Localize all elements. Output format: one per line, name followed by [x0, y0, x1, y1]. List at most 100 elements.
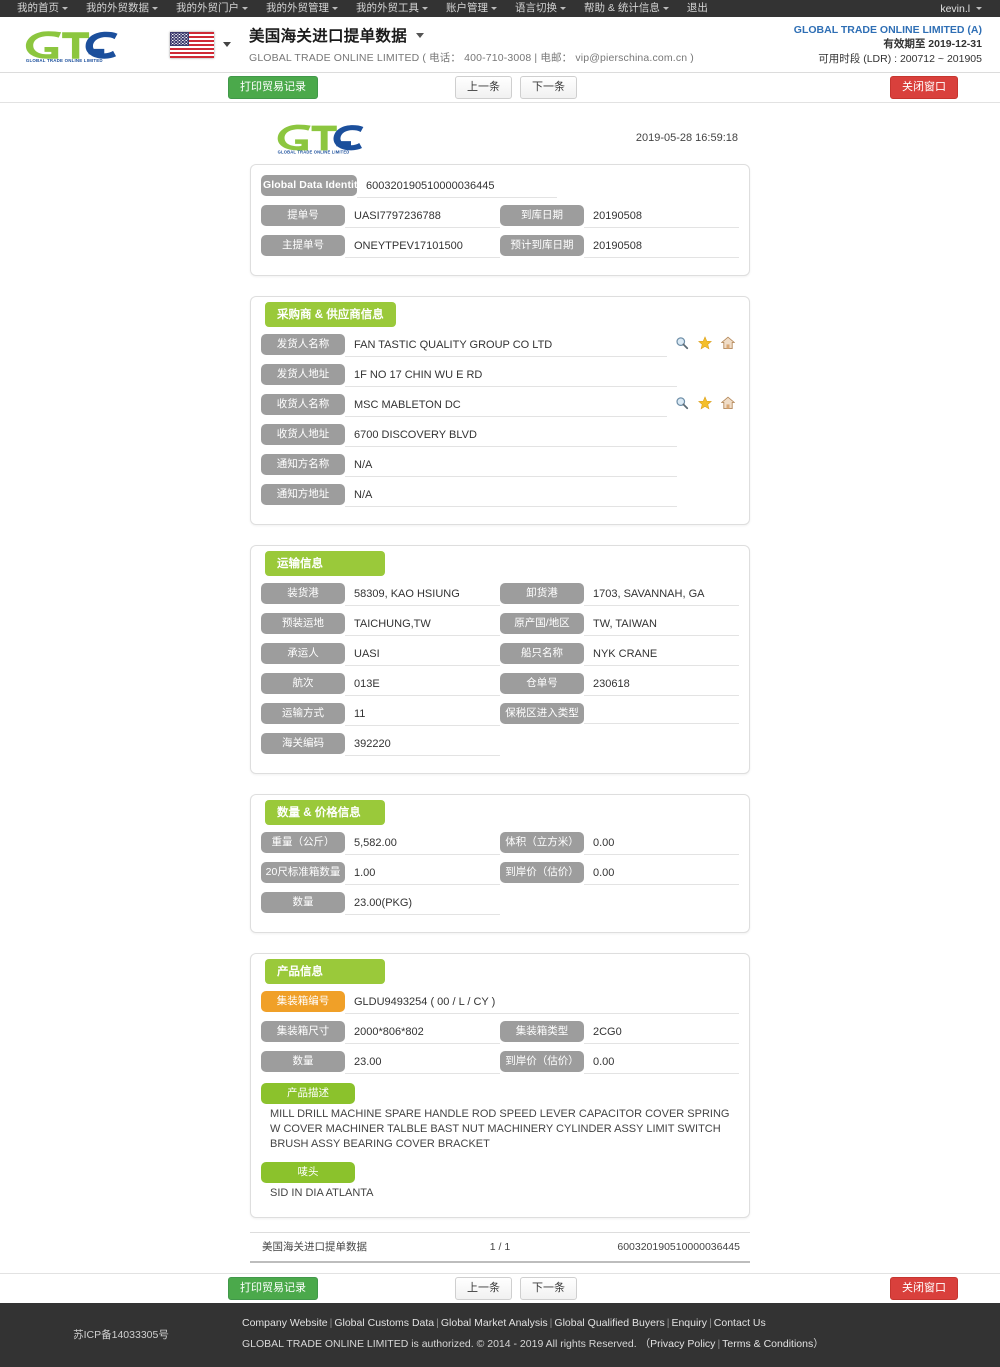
star-icon[interactable]	[698, 396, 712, 410]
footer-link-1[interactable]: Global Customs Data	[334, 1317, 434, 1329]
field-value: 1.00	[345, 862, 500, 885]
home-icon[interactable]	[721, 336, 735, 350]
next-record-button-bottom[interactable]: 下一条	[520, 1277, 577, 1300]
legal-link-1[interactable]: Terms & Conditions	[722, 1338, 813, 1350]
sheet-footer: 美国海关进口提单数据 1 / 1 600320190510000036445	[250, 1232, 750, 1263]
page-footer: 苏ICP备14033305号 Company Website | Global Cu…	[0, 1303, 1000, 1367]
field-label: 运输方式	[261, 703, 345, 724]
data-cell: 发货人地址 1F NO 17 CHIN WU E RD	[261, 364, 739, 387]
data-cell: 数量 23.00	[261, 1051, 500, 1074]
field-label: 主提单号	[261, 235, 345, 256]
previous-record-button-bottom[interactable]: 上一条	[455, 1277, 512, 1300]
next-record-button[interactable]: 下一条	[520, 76, 577, 99]
field-value: FAN TASTIC QUALITY GROUP CO LTD	[345, 334, 667, 357]
panel-identity: Global Data Identity 6003201905100000364…	[250, 164, 750, 276]
panel-quantity: 数量 & 价格信息 重量（公斤） 5,582.00 体积（立方米） 0.00 20尺标准…	[250, 794, 750, 933]
chevron-down-icon	[223, 42, 231, 47]
print-trade-record-button[interactable]: 打印贸易记录	[228, 76, 318, 99]
previous-record-button[interactable]: 上一条	[455, 76, 512, 99]
user-menu-label: kevin.l	[940, 2, 971, 15]
data-cell: 到岸价（估价） 0.00	[500, 1051, 739, 1074]
nav-item-6[interactable]: 语言切换	[506, 0, 575, 17]
field-value: 230618	[584, 673, 739, 696]
legal-link-0[interactable]: Privacy Policy	[650, 1338, 715, 1350]
chevron-down-icon	[62, 6, 68, 10]
label-global-data-identity: Global Data Identity	[261, 175, 357, 196]
close-window-button-bottom[interactable]: 关闭窗口	[890, 1277, 958, 1300]
panel-title-transport: 运输信息	[265, 551, 385, 576]
field-label: 到库日期	[500, 205, 584, 226]
field-value: N/A	[345, 484, 677, 507]
value-product-description: MILL DRILL MACHINE SPARE HANDLE ROD SPEE…	[270, 1108, 730, 1150]
field-label: 到岸价（估价）	[500, 1051, 584, 1072]
field-value: 20190508	[584, 205, 739, 228]
field-label: 到岸价（估价）	[500, 862, 584, 883]
user-menu[interactable]: kevin.l	[940, 3, 992, 15]
data-cell: 卸货港 1703, SAVANNAH, GA	[500, 583, 739, 606]
nav-item-0[interactable]: 我的首页	[8, 0, 77, 17]
field-value: N/A	[345, 454, 677, 477]
link-separator: |	[329, 1317, 333, 1329]
field-label: 航次	[261, 673, 345, 694]
account-name: GLOBAL TRADE ONLINE LIMITED (A)	[793, 23, 982, 36]
chevron-down-icon	[422, 6, 428, 10]
nav-item-label: 语言切换	[515, 2, 557, 14]
chevron-down-icon	[560, 6, 566, 10]
data-cell: 保税区进入类型	[500, 703, 739, 724]
field-value: UASI	[345, 643, 500, 666]
data-cell: 体积（立方米） 0.00	[500, 832, 739, 855]
nav-item-7[interactable]: 帮助 & 统计信息	[575, 0, 678, 17]
home-icon[interactable]	[721, 396, 735, 410]
star-icon[interactable]	[698, 336, 712, 350]
legal-open-paren: （	[639, 1338, 651, 1350]
row-container-no: 集装箱编号 GLDU9493254 ( 00 / L / CY )	[261, 991, 739, 1014]
field-label: 提单号	[261, 205, 345, 226]
field-value: 2000*806*802	[345, 1021, 500, 1044]
field-value: TW, TAIWAN	[584, 613, 739, 636]
nav-item-2[interactable]: 我的外贸门户	[167, 0, 257, 17]
data-row: 通知方地址 N/A	[261, 484, 739, 507]
footer-link-0[interactable]: Company Website	[242, 1317, 328, 1329]
country-selector[interactable]	[170, 31, 231, 58]
footer-link-2[interactable]: Global Market Analysis	[441, 1317, 548, 1329]
data-cell: 数量 23.00(PKG)	[261, 892, 500, 915]
data-row: 通知方名称 N/A	[261, 454, 739, 477]
data-row: 发货人名称 FAN TASTIC QUALITY GROUP CO LTD	[261, 334, 739, 357]
data-cell: 收货人名称 MSC MABLETON DC	[261, 394, 739, 417]
close-window-button[interactable]: 关闭窗口	[890, 76, 958, 99]
data-cell: 通知方地址 N/A	[261, 484, 739, 507]
record-action-icons	[667, 334, 739, 350]
chevron-down-icon[interactable]	[416, 32, 425, 38]
nav-item-4[interactable]: 我的外贸工具	[347, 0, 437, 17]
page-title: 美国海关进口提单数据	[249, 28, 408, 45]
field-label: 承运人	[261, 643, 345, 664]
footer-link-5[interactable]: Contact Us	[714, 1317, 766, 1329]
search-icon[interactable]	[675, 336, 689, 350]
field-label: 体积（立方米）	[500, 832, 584, 853]
row-identity: Global Data Identity 6003201905100000364…	[261, 175, 739, 198]
nav-item-3[interactable]: 我的外贸管理	[257, 0, 347, 17]
field-value: TAICHUNG,TW	[345, 613, 500, 636]
nav-item-5[interactable]: 账户管理	[437, 0, 506, 17]
field-label: 集装箱尺寸	[261, 1021, 345, 1042]
nav-item-8[interactable]: 退出	[678, 0, 717, 17]
gto-logo[interactable]: GLOBAL TRADE ONLINE LIMITED	[20, 26, 118, 64]
footer-link-4[interactable]: Enquiry	[671, 1317, 707, 1329]
field-label: 重量（公斤）	[261, 832, 345, 853]
search-icon[interactable]	[675, 396, 689, 410]
data-row: 预装运地 TAICHUNG,TW 原产国/地区 TW, TAIWAN	[261, 613, 739, 636]
field-label: 发货人名称	[261, 334, 345, 355]
data-cell: 预计到库日期 20190508	[500, 235, 739, 258]
nav-item-label: 退出	[686, 2, 708, 14]
svg-text:GLOBAL TRADE ONLINE LIMITED: GLOBAL TRADE ONLINE LIMITED	[26, 58, 103, 63]
nav-item-label: 我的首页	[17, 2, 59, 14]
data-row: 数量 23.00(PKG)	[261, 892, 739, 915]
data-cell: 20尺标准箱数量 1.00	[261, 862, 500, 885]
field-value: 11	[345, 703, 500, 726]
footer-link-3[interactable]: Global Qualified Buyers	[554, 1317, 664, 1329]
field-value: 013E	[345, 673, 500, 696]
nav-item-1[interactable]: 我的外贸数据	[77, 0, 167, 17]
data-cell: 装货港 58309, KAO HSIUNG	[261, 583, 500, 606]
print-trade-record-button-bottom[interactable]: 打印贸易记录	[228, 1277, 318, 1300]
document-sheet-area: GLOBAL TRADE ONLINE LIMITED 2019-05-28 1…	[0, 103, 1000, 1273]
